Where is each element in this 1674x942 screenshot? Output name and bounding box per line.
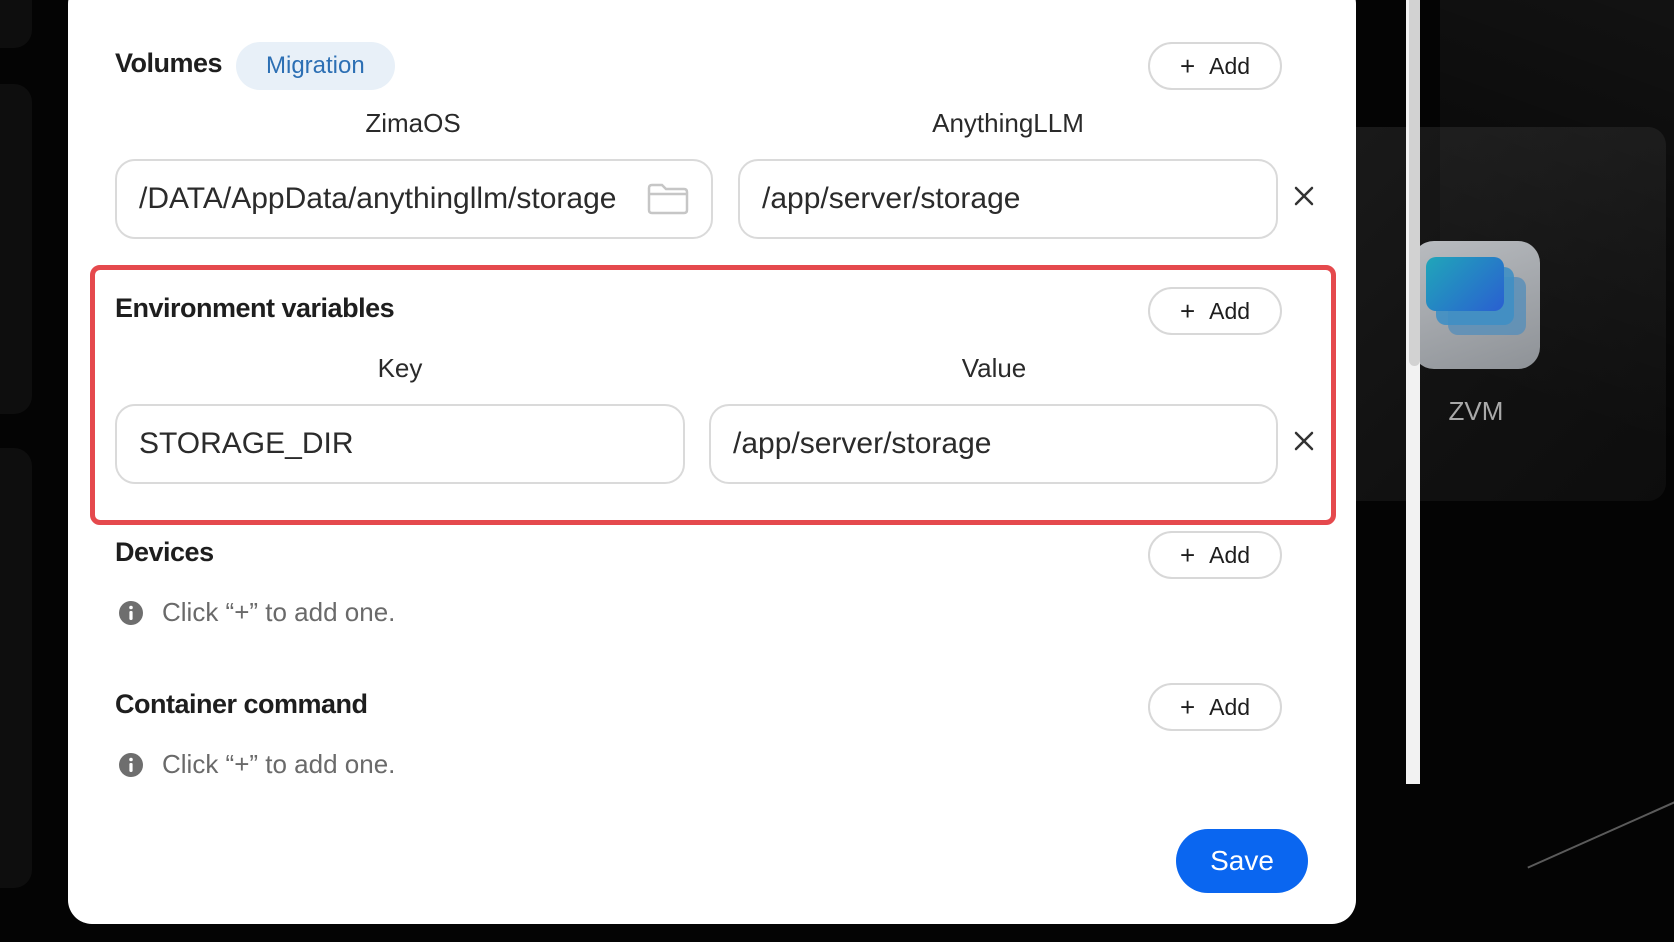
volume-container-header: AnythingLLM bbox=[932, 108, 1084, 138]
env-title: Environment variables bbox=[115, 293, 395, 323]
container-command-hint-text: Click “+” to add one. bbox=[162, 749, 396, 779]
devices-hint: Click “+” to add one. bbox=[118, 597, 395, 628]
volume-host-path-input[interactable]: /DATA/AppData/anythingllm/storage bbox=[115, 159, 713, 239]
add-volume-label: Add bbox=[1209, 52, 1251, 79]
zvm-app-icon[interactable] bbox=[1412, 241, 1540, 369]
plus-icon: + bbox=[1179, 540, 1196, 570]
remove-env-close-icon[interactable] bbox=[1290, 427, 1318, 455]
container-command-title: Container command bbox=[115, 689, 368, 719]
save-button[interactable]: Save bbox=[1176, 829, 1308, 893]
background-card bbox=[0, 84, 32, 414]
remove-volume-close-icon[interactable] bbox=[1290, 182, 1318, 210]
devices-title: Devices bbox=[115, 537, 214, 567]
info-icon bbox=[119, 600, 143, 625]
volume-container-path-value: /app/server/storage bbox=[762, 182, 1021, 215]
env-key-value: STORAGE_DIR bbox=[139, 427, 354, 460]
plus-icon: + bbox=[1179, 51, 1196, 81]
zvm-app-label[interactable]: ZVM bbox=[1412, 396, 1540, 427]
add-command-button[interactable]: + Add bbox=[1148, 683, 1282, 731]
wallpaper-streak bbox=[1440, 0, 1674, 942]
plus-icon: + bbox=[1179, 296, 1196, 326]
folder-icon[interactable] bbox=[647, 183, 689, 215]
zvm-icon-layer bbox=[1426, 257, 1504, 311]
info-icon bbox=[119, 752, 143, 777]
env-value-header: Value bbox=[961, 353, 1027, 383]
env-key-input[interactable]: STORAGE_DIR bbox=[115, 404, 685, 484]
volume-host-header: ZimaOS bbox=[365, 108, 461, 138]
devices-hint-text: Click “+” to add one. bbox=[162, 597, 396, 627]
add-device-label: Add bbox=[1209, 541, 1251, 568]
plus-icon: + bbox=[1179, 692, 1196, 722]
background-card bbox=[0, 0, 32, 48]
scrollbar-thumb[interactable] bbox=[1409, 0, 1420, 366]
volume-container-path-input[interactable]: /app/server/storage bbox=[738, 159, 1278, 239]
volume-host-path-value: /DATA/AppData/anythingllm/storage bbox=[139, 182, 617, 215]
env-key-header: Key bbox=[377, 353, 423, 383]
env-value-input[interactable]: /app/server/storage bbox=[709, 404, 1278, 484]
add-device-button[interactable]: + Add bbox=[1148, 531, 1282, 579]
background-card bbox=[0, 448, 32, 888]
container-command-hint: Click “+” to add one. bbox=[118, 749, 395, 780]
migration-badge[interactable]: Migration bbox=[236, 42, 395, 90]
add-volume-button[interactable]: + Add bbox=[1148, 42, 1282, 90]
env-value-value: /app/server/storage bbox=[733, 427, 992, 460]
volumes-title: Volumes bbox=[115, 48, 223, 78]
add-env-label: Add bbox=[1209, 297, 1251, 324]
add-env-button[interactable]: + Add bbox=[1148, 287, 1282, 335]
add-command-label: Add bbox=[1209, 693, 1251, 720]
